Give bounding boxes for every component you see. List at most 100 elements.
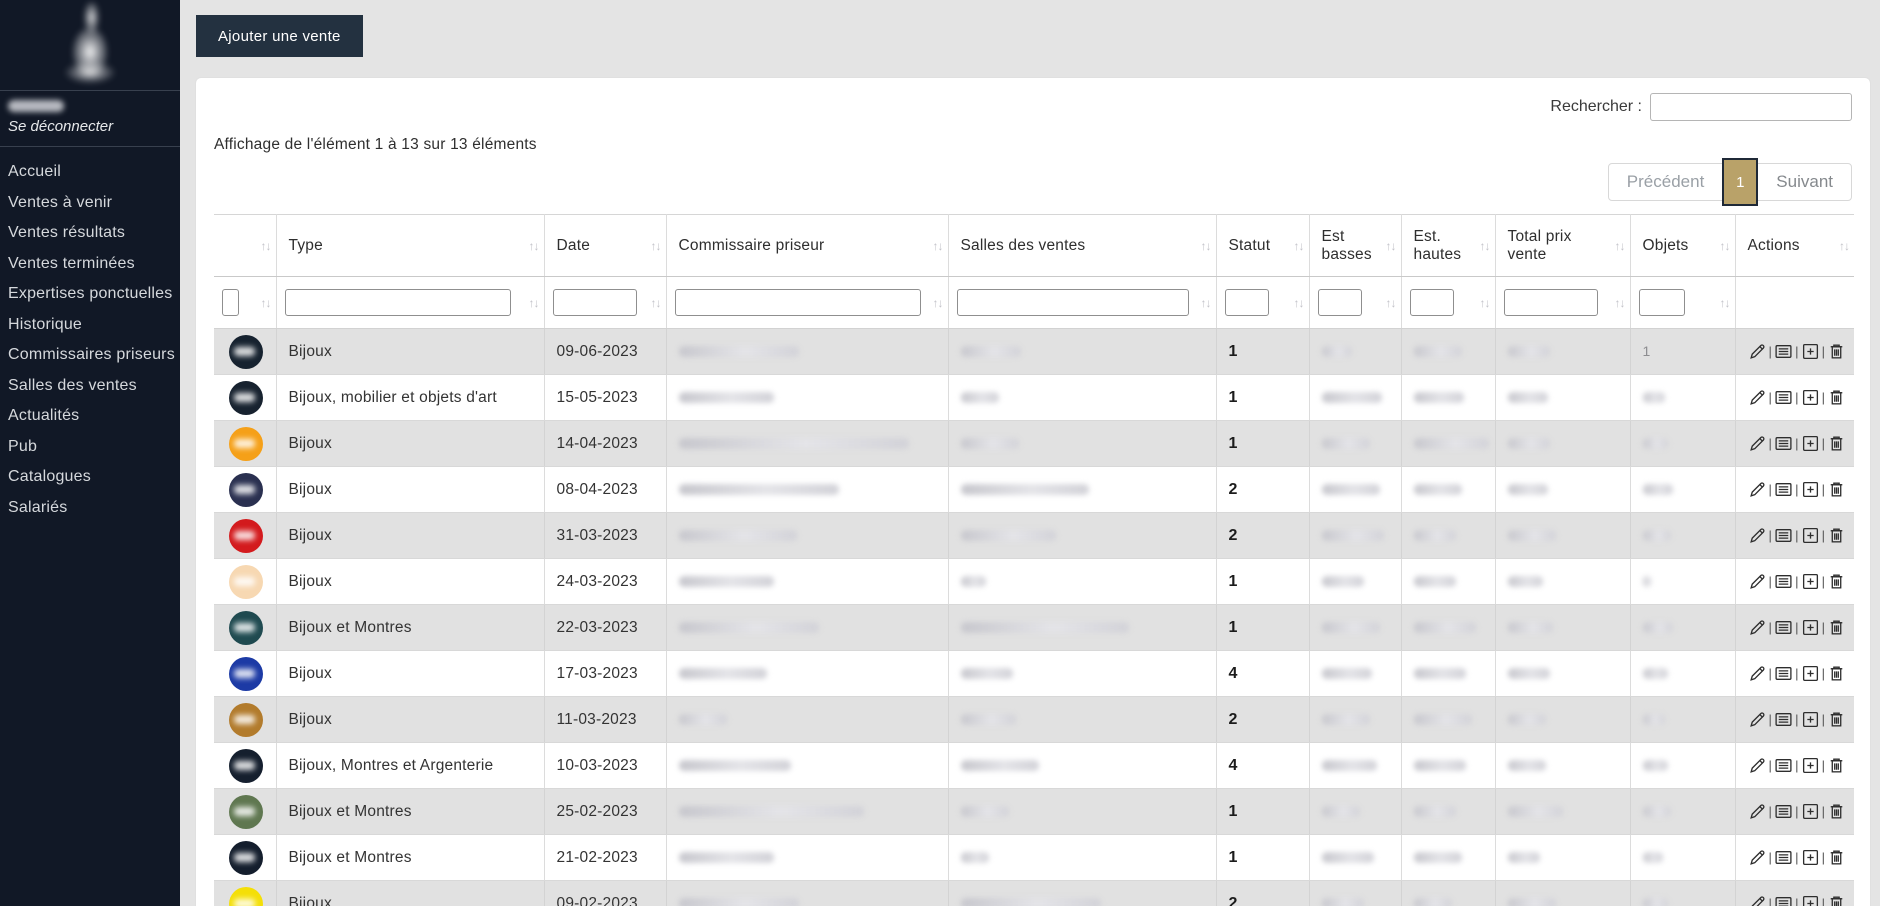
edit-icon[interactable]: [1748, 434, 1767, 453]
edit-icon[interactable]: [1748, 526, 1767, 545]
avatar[interactable]: [228, 886, 263, 906]
filter-input-est-basses[interactable]: [1317, 289, 1362, 316]
list-icon[interactable]: [1774, 572, 1793, 591]
column-header-est-hautes[interactable]: Est. hautes ↑↓: [1401, 214, 1496, 277]
column-header-salles[interactable]: Salles des ventes ↑↓: [948, 214, 1217, 277]
search-input[interactable]: [1650, 93, 1852, 121]
delete-icon[interactable]: [1827, 710, 1846, 729]
sort-icon[interactable]: ↑↓: [529, 296, 540, 310]
pagination-next-button[interactable]: Suivant: [1758, 172, 1851, 192]
add-icon[interactable]: [1801, 434, 1820, 453]
add-sale-button[interactable]: Ajouter une vente: [196, 15, 363, 57]
add-icon[interactable]: [1801, 848, 1820, 867]
list-icon[interactable]: [1774, 894, 1793, 906]
list-icon[interactable]: [1774, 802, 1793, 821]
sort-icon[interactable]: ↑↓: [1720, 239, 1731, 253]
edit-icon[interactable]: [1748, 664, 1767, 683]
list-icon[interactable]: [1774, 618, 1793, 637]
sidebar-item-accueil[interactable]: Accueil: [8, 157, 180, 188]
sort-icon[interactable]: ↑↓: [933, 239, 944, 253]
avatar[interactable]: [228, 472, 263, 507]
filter-input-date[interactable]: [552, 289, 637, 316]
add-icon[interactable]: [1801, 342, 1820, 361]
logout-link[interactable]: Se déconnecter: [8, 118, 113, 135]
avatar[interactable]: [228, 702, 263, 737]
delete-icon[interactable]: [1827, 618, 1846, 637]
filter-input-statut[interactable]: [1224, 289, 1269, 316]
column-header-est-basses[interactable]: Est basses ↑↓: [1309, 214, 1402, 277]
sort-icon[interactable]: ↑↓: [261, 296, 272, 310]
sidebar-item-ventes-terminees[interactable]: Ventes terminées: [8, 249, 180, 280]
sort-icon[interactable]: ↑↓: [1720, 296, 1731, 310]
filter-input-salles[interactable]: [956, 289, 1189, 316]
pagination-page-1-button[interactable]: 1: [1722, 158, 1759, 206]
edit-icon[interactable]: [1748, 572, 1767, 591]
list-icon[interactable]: [1774, 848, 1793, 867]
list-icon[interactable]: [1774, 434, 1793, 453]
edit-icon[interactable]: [1748, 618, 1767, 637]
add-icon[interactable]: [1801, 480, 1820, 499]
add-icon[interactable]: [1801, 664, 1820, 683]
edit-icon[interactable]: [1748, 480, 1767, 499]
sidebar-item-commissaires-priseurs[interactable]: Commissaires priseurs: [8, 340, 180, 371]
add-icon[interactable]: [1801, 894, 1820, 906]
edit-icon[interactable]: [1748, 848, 1767, 867]
avatar[interactable]: [228, 564, 263, 599]
sort-icon[interactable]: ↑↓: [1201, 239, 1212, 253]
list-icon[interactable]: [1774, 342, 1793, 361]
sort-icon[interactable]: ↑↓: [1201, 296, 1212, 310]
delete-icon[interactable]: [1827, 756, 1846, 775]
list-icon[interactable]: [1774, 388, 1793, 407]
avatar[interactable]: [228, 380, 263, 415]
filter-input-total-prix[interactable]: [1503, 289, 1598, 316]
column-header-objets[interactable]: Objets ↑↓: [1630, 214, 1736, 277]
sort-icon[interactable]: ↑↓: [651, 239, 662, 253]
list-icon[interactable]: [1774, 756, 1793, 775]
sort-icon[interactable]: ↑↓: [1480, 296, 1491, 310]
delete-icon[interactable]: [1827, 480, 1846, 499]
add-icon[interactable]: [1801, 802, 1820, 821]
list-icon[interactable]: [1774, 480, 1793, 499]
list-icon[interactable]: [1774, 710, 1793, 729]
avatar[interactable]: [228, 748, 263, 783]
sort-icon[interactable]: ↑↓: [261, 239, 272, 253]
sort-icon[interactable]: ↑↓: [1294, 296, 1305, 310]
delete-icon[interactable]: [1827, 802, 1846, 821]
filter-input-type[interactable]: [284, 289, 511, 316]
edit-icon[interactable]: [1748, 388, 1767, 407]
filter-input-objets[interactable]: [1638, 289, 1685, 316]
sidebar-item-pub[interactable]: Pub: [8, 432, 180, 463]
sort-icon[interactable]: ↑↓: [1615, 239, 1626, 253]
sidebar-item-historique[interactable]: Historique: [8, 310, 180, 341]
avatar[interactable]: [228, 840, 263, 875]
list-icon[interactable]: [1774, 664, 1793, 683]
delete-icon[interactable]: [1827, 342, 1846, 361]
pagination-previous-button[interactable]: Précédent: [1609, 172, 1723, 192]
sidebar-item-salaries[interactable]: Salariés: [8, 493, 180, 524]
delete-icon[interactable]: [1827, 526, 1846, 545]
delete-icon[interactable]: [1827, 664, 1846, 683]
column-header-commissaire[interactable]: Commissaire priseur ↑↓: [666, 214, 949, 277]
sidebar-item-salles-des-ventes[interactable]: Salles des ventes: [8, 371, 180, 402]
avatar[interactable]: [228, 426, 263, 461]
filter-input-select[interactable]: [222, 289, 239, 316]
add-icon[interactable]: [1801, 526, 1820, 545]
sort-icon[interactable]: ↑↓: [1480, 239, 1491, 253]
avatar[interactable]: [228, 518, 263, 553]
avatar[interactable]: [228, 610, 263, 645]
edit-icon[interactable]: [1748, 802, 1767, 821]
column-header-type[interactable]: Type ↑↓: [276, 214, 545, 277]
delete-icon[interactable]: [1827, 388, 1846, 407]
add-icon[interactable]: [1801, 388, 1820, 407]
sort-icon[interactable]: ↑↓: [1386, 239, 1397, 253]
sidebar-item-actualites[interactable]: Actualités: [8, 401, 180, 432]
column-header-statut[interactable]: Statut ↑↓: [1216, 214, 1310, 277]
add-icon[interactable]: [1801, 572, 1820, 591]
avatar[interactable]: [228, 334, 263, 369]
sort-icon[interactable]: ↑↓: [1386, 296, 1397, 310]
sort-icon[interactable]: ↑↓: [651, 296, 662, 310]
add-icon[interactable]: [1801, 618, 1820, 637]
filter-input-commissaire[interactable]: [674, 289, 921, 316]
avatar[interactable]: [228, 656, 263, 691]
edit-icon[interactable]: [1748, 894, 1767, 906]
